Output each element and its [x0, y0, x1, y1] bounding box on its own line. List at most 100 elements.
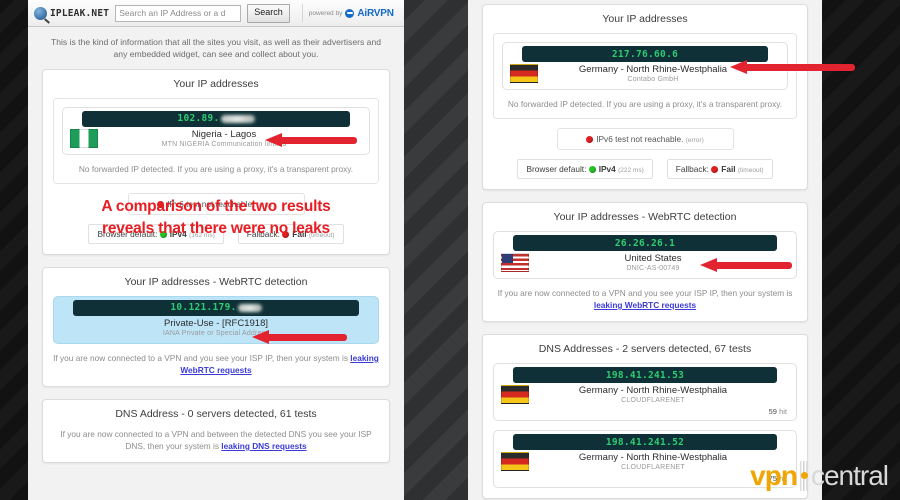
dns-server-row[interactable]: 198.41.241.53 Germany - North Rhine-West…: [493, 363, 797, 422]
card-title: Your IP addresses - WebRTC detection: [553, 211, 737, 224]
card-title: Your IP addresses - WebRTC detection: [124, 275, 308, 288]
ip-entry[interactable]: 217.76.60.6 Germany - North Rhine-Westph…: [502, 42, 788, 90]
ip-entry-wrapper: 102.89. Nigeria - Lagos MTN NIGERIA Comm…: [53, 97, 379, 184]
status-row: Browser default: IPv4 (162 ms) Fallback:…: [53, 223, 379, 244]
card-title: DNS Addresses - 2 servers detected, 67 t…: [538, 343, 752, 356]
ipv6-status-detail: (error): [256, 201, 275, 209]
ip-value: 26.26.26.1: [614, 237, 676, 249]
dns-hit-value: 59: [768, 407, 777, 417]
fallback-label: Fallback:: [675, 164, 709, 175]
browser-default-label: Browser default:: [526, 164, 587, 175]
dns-card: DNS Address - 0 servers detected, 61 tes…: [42, 398, 390, 463]
ip-value: 198.41.241.52: [605, 436, 685, 448]
ip-bar: 102.89.: [82, 110, 350, 127]
card-title: DNS Address - 0 servers detected, 61 tes…: [115, 407, 317, 420]
ipleak-logo[interactable]: IPLEAK.NET: [34, 6, 109, 20]
ip-entry-wrapper: 217.76.60.6 Germany - North Rhine-Westph…: [493, 33, 797, 120]
leaking-webrtc-link[interactable]: leaking WebRTC requests: [594, 300, 696, 310]
geo-row: Germany - North Rhine-Westphalia CLOUDFL…: [497, 450, 793, 474]
geo-row: Germany - North Rhine-Westphalia Contabo…: [506, 62, 784, 86]
ipv6-status-box: IPv6 test not reachable. (error): [556, 128, 734, 151]
ip-value: 217.76.60.6: [611, 48, 679, 60]
search-button[interactable]: Search: [247, 3, 290, 23]
webrtc-note-prefix: If you are now connected to a VPN and yo…: [53, 352, 351, 363]
status-dot-green-icon: [588, 166, 596, 174]
browser-default-label: Browser default:: [97, 228, 158, 239]
browser-default-value: IPv4: [169, 228, 187, 239]
ip-addresses-card: Your IP addresses 102.89. Nigeria - Lago…: [42, 68, 390, 255]
dns-hit-count: 75 hit: [497, 474, 793, 484]
geo-country: Germany - North Rhine-Westphalia: [578, 385, 728, 397]
browser-default-detail: (222 ms): [618, 167, 644, 175]
ipv6-status-box: IPv6 test not reachable. (error): [127, 192, 305, 215]
fallback-value: Fail: [721, 164, 736, 175]
status-dot-red-icon: [711, 166, 719, 174]
geo-row: Private-Use - [RFC1918] IANA Private or …: [57, 316, 375, 340]
watermark-vpn-text: vpn: [750, 460, 798, 491]
ip-value: 102.89.: [177, 113, 220, 125]
ipv6-status-detail: (error): [685, 137, 704, 145]
geo-row: United States DNIC-AS-00749: [497, 251, 793, 275]
ip-bar: 10.121.179.: [73, 299, 359, 316]
flag-germany-icon: [501, 385, 529, 405]
panel-gap-stripes: [400, 0, 468, 500]
ip-value: 10.121.179.: [170, 302, 237, 314]
ip-addresses-card: Your IP addresses 217.76.60.6 Germany - …: [482, 4, 808, 191]
dns-hit-label: hit: [779, 407, 787, 417]
geo-isp: DNIC-AS-00749: [626, 264, 680, 272]
geo-isp: CLOUDFLARENET: [621, 463, 685, 471]
intro-text: This is the kind of information that all…: [50, 37, 382, 60]
geo-row: Germany - North Rhine-Westphalia CLOUDFL…: [497, 383, 793, 407]
ip-bar: 26.26.26.1: [513, 235, 777, 252]
fallback-detail: (timeout): [737, 167, 764, 175]
webrtc-card: Your IP addresses - WebRTC detection 26.…: [482, 202, 808, 323]
browser-default-value: IPv4: [598, 164, 616, 175]
geo-isp: IANA Private or Special Address: [162, 329, 270, 337]
fallback-value: Fail: [292, 228, 307, 239]
browser-default-pill: Browser default: IPv4 (162 ms): [88, 223, 224, 244]
status-dot-red-icon: [282, 230, 290, 238]
ipv6-status-text: IPv6 test not reachable.: [596, 134, 684, 145]
geo-country: Nigeria - Lagos: [191, 128, 257, 140]
leaking-dns-link[interactable]: leaking DNS requests: [221, 441, 306, 451]
ipv6-status-text: IPv6 test not reachable.: [167, 198, 255, 209]
flag-germany-icon: [510, 64, 538, 83]
webrtc-card: Your IP addresses - WebRTC detection 10.…: [42, 266, 390, 387]
status-dot-green-icon: [159, 230, 167, 238]
dns-note: If you are now connected to a VPN and be…: [53, 428, 379, 452]
webrtc-ip-entry[interactable]: 26.26.26.1 United States DNIC-AS-00749: [493, 231, 797, 280]
fallback-detail: (timeout): [308, 231, 335, 239]
forwarded-ip-note: No forwarded IP detected. If you are usi…: [507, 99, 783, 109]
flag-germany-icon: [501, 452, 529, 472]
watermark-separator-icon: [797, 461, 810, 491]
search-input[interactable]: Search an IP Address or a d: [115, 4, 242, 22]
left-screenshot-panel: IPLEAK.NET Search an IP Address or a d S…: [28, 0, 404, 500]
dns-hit-count: 59 hit: [497, 407, 793, 417]
geo-isp: MTN NIGERIA Communication limited: [161, 140, 287, 148]
geo-country: Germany - North Rhine-Westphalia: [578, 452, 728, 464]
vpncentral-watermark: vpn central: [750, 460, 889, 492]
status-dot-red-icon: [157, 200, 165, 208]
globe-magnifier-icon: [34, 6, 47, 20]
ip-bar: 217.76.60.6: [522, 46, 768, 62]
browser-default-pill: Browser default: IPv4 (222 ms): [517, 159, 653, 180]
webrtc-note: If you are now connected to a VPN and yo…: [53, 352, 379, 376]
site-header: IPLEAK.NET Search an IP Address or a d S…: [28, 0, 404, 27]
status-row: Browser default: IPv4 (222 ms) Fallback:…: [493, 159, 797, 180]
browser-default-detail: (162 ms): [189, 231, 215, 239]
ip-value: 198.41.241.53: [605, 369, 685, 381]
airvpn-logo-icon: [345, 8, 355, 18]
powered-by-badge[interactable]: powered by AiRVPN: [301, 4, 394, 22]
geo-isp: CLOUDFLARENET: [621, 396, 685, 404]
geo-isp: Contabo GmbH: [627, 75, 679, 83]
ip-bar: 198.41.241.52: [513, 434, 777, 451]
flag-nigeria-icon: [70, 128, 98, 148]
dns-note-prefix: If you are now connected to a VPN and be…: [60, 428, 372, 451]
flag-usa-icon: [501, 253, 529, 273]
geo-row: Nigeria - Lagos MTN NIGERIA Communicatio…: [66, 127, 366, 151]
webrtc-ip-entry[interactable]: 10.121.179. Private-Use - [RFC1918] IANA…: [53, 295, 379, 344]
watermark-central-text: central: [810, 460, 889, 491]
geo-country: United States: [624, 253, 682, 265]
geo-country: Germany - North Rhine-Westphalia: [578, 64, 728, 76]
ip-entry[interactable]: 102.89. Nigeria - Lagos MTN NIGERIA Comm…: [62, 106, 370, 155]
